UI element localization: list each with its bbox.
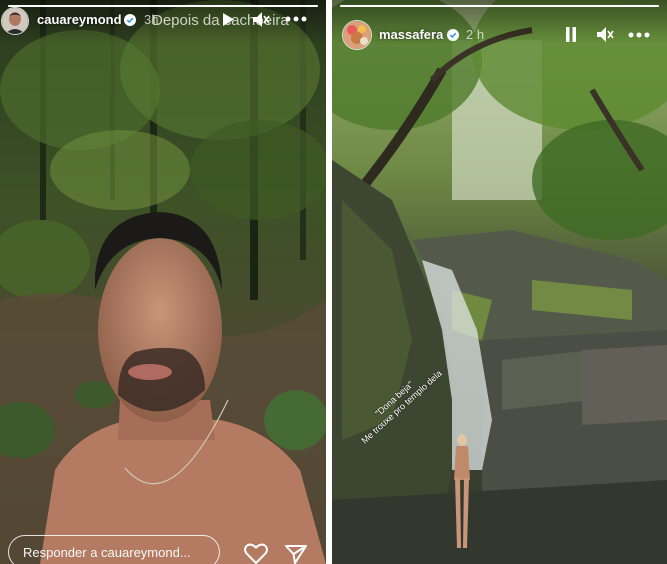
left-story[interactable]: cauareymond 3h Depois da cachoeira — [0, 0, 326, 564]
more-icon[interactable] — [628, 32, 650, 38]
avatar-image — [343, 21, 371, 49]
story-progress-bar — [8, 5, 318, 7]
reply-input[interactable] — [8, 535, 220, 564]
story-progress-bar — [340, 5, 659, 7]
more-icon[interactable] — [285, 16, 307, 22]
story-time: 2 h — [466, 27, 485, 42]
pause-icon[interactable] — [565, 27, 577, 42]
waterfall-image — [332, 0, 667, 564]
verified-badge-icon — [124, 14, 136, 26]
avatar[interactable] — [342, 20, 372, 50]
right-story[interactable]: massafera 2 h — [332, 0, 667, 564]
avatar-image — [2, 8, 28, 34]
verified-badge-icon — [447, 29, 459, 41]
speaker-muted-icon[interactable] — [596, 26, 614, 43]
story-progress-fill — [8, 5, 318, 7]
send-icon[interactable] — [284, 544, 308, 564]
story-progress-fill — [340, 5, 659, 7]
heart-icon[interactable] — [244, 543, 268, 564]
play-icon[interactable] — [222, 12, 235, 27]
username[interactable]: massafera — [379, 27, 443, 42]
avatar[interactable] — [1, 7, 29, 35]
forest-selfie-image — [0, 0, 326, 564]
username[interactable]: cauareymond — [37, 12, 122, 27]
speaker-muted-icon[interactable] — [252, 11, 270, 28]
